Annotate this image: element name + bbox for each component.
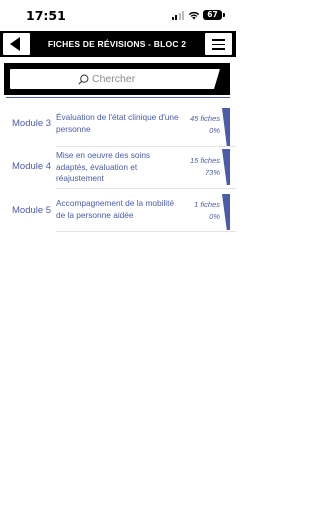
page-title: FICHES DE RÉVISIONS - BLOC 2 xyxy=(47,39,187,49)
list-item-module-3[interactable]: Module 3 Évaluation de l'état clinique d… xyxy=(0,108,236,149)
module-title: Évaluation de l'état clinique d'une pers… xyxy=(56,112,179,134)
row-divider xyxy=(56,146,236,147)
status-bar: 17:51 67 xyxy=(0,0,236,28)
status-time: 17:51 xyxy=(26,8,66,23)
search-input[interactable] xyxy=(92,73,152,85)
module-label: Module 3 xyxy=(12,118,52,129)
progress-percent: 73% xyxy=(204,167,220,177)
progress-percent: 0% xyxy=(209,211,220,221)
fiche-count: 15 fiches xyxy=(189,156,220,165)
cellular-signal-icon xyxy=(172,11,185,20)
module-flag-marker xyxy=(222,149,230,185)
list-item-module-5[interactable]: Module 5 Accompagnement de la mobilité d… xyxy=(0,194,236,236)
battery-tip xyxy=(223,13,225,17)
fiche-count: 45 fiches xyxy=(189,114,220,123)
divider xyxy=(6,97,230,98)
battery-level: 67 xyxy=(207,10,218,19)
battery-icon: 67 xyxy=(203,10,222,20)
row-divider xyxy=(56,188,236,189)
wifi-icon xyxy=(188,11,200,20)
module-label: Module 5 xyxy=(12,205,52,216)
module-title: Mise en oeuvre des soins adaptés, évalua… xyxy=(56,150,151,183)
back-button[interactable] xyxy=(3,33,30,55)
back-arrow-icon xyxy=(10,37,20,51)
list-item-module-4[interactable]: Module 4 Mise en oeuvre des soins adapté… xyxy=(0,149,236,192)
module-flag-marker xyxy=(222,194,230,230)
menu-button[interactable] xyxy=(205,33,232,55)
row-divider xyxy=(56,231,236,232)
module-flag-marker xyxy=(222,108,230,146)
app-header: FICHES DE RÉVISIONS - BLOC 2 xyxy=(0,31,236,57)
search-icon xyxy=(78,74,89,85)
module-label: Module 4 xyxy=(12,161,52,172)
fiche-count: 1 fiches xyxy=(194,200,220,209)
search-bar xyxy=(4,63,230,95)
progress-percent: 0% xyxy=(209,125,220,135)
search-corner-decoration xyxy=(214,69,220,89)
search-field[interactable] xyxy=(10,69,220,89)
module-title: Accompagnement de la mobilité de la pers… xyxy=(56,198,175,220)
